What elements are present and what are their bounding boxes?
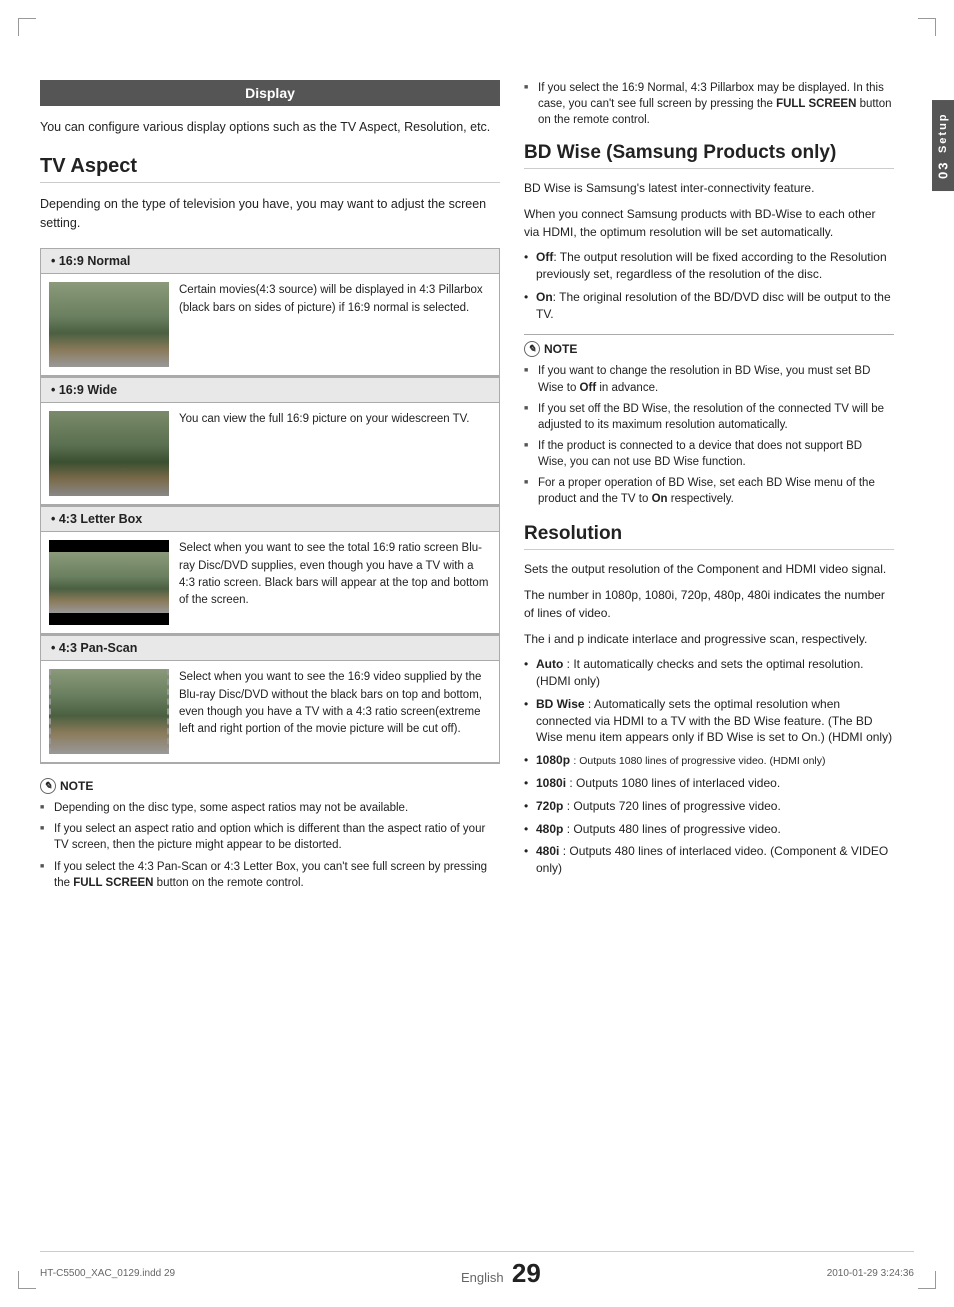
aspect-image-43-letterbox (49, 540, 169, 625)
aspect-label-43-letterbox: • 4:3 Letter Box (41, 507, 499, 532)
resolution-intro2: The number in 1080p, 1080i, 720p, 480p, … (524, 586, 894, 622)
note-box-left: ✎ NOTE Depending on the disc type, some … (40, 778, 500, 890)
resolution-auto: Auto : It automatically checks and sets … (524, 656, 894, 690)
aspect-desc-43-letterbox: Select when you want to see the total 16… (179, 540, 491, 625)
note-item-right-top-0: If you select the 16:9 Normal, 4:3 Pilla… (524, 80, 894, 128)
page-container: 03 Setup Display You can configure vario… (0, 0, 954, 1307)
resolution-1080i: 1080i : Outputs 1080 lines of interlaced… (524, 775, 894, 792)
footer-right: 2010-01-29 3:24:36 (827, 1268, 914, 1279)
footer-page-number: 29 (512, 1258, 541, 1288)
resolution-intro3: The i and p indicate interlace and progr… (524, 630, 894, 648)
note-label-bdwise: NOTE (544, 342, 577, 356)
note-item-left-2: If you select the 4:3 Pan-Scan or 4:3 Le… (40, 859, 500, 891)
resolution-intro1: Sets the output resolution of the Compon… (524, 560, 894, 578)
aspect-item-43-letterbox: • 4:3 Letter Box Select when you want to… (40, 506, 500, 635)
display-header: Display (40, 80, 500, 106)
bd-wise-bullet-off: Off: The output resolution will be fixed… (524, 249, 894, 283)
footer-left: HT-C5500_XAC_0129.indd 29 (40, 1268, 175, 1279)
footer-lang-english: English 29 (461, 1258, 541, 1289)
corner-mark-tr (918, 18, 936, 36)
side-tab-label: Setup (937, 112, 949, 153)
resolution-480i: 480i : Outputs 480 lines of interlaced v… (524, 843, 894, 877)
corner-mark-bl (18, 1271, 36, 1289)
note-bdwise-0: If you want to change the resolution in … (524, 363, 894, 395)
aspect-content-169-normal: Certain movies(4:3 source) will be displ… (41, 274, 499, 376)
resolution-1080p: 1080p : Outputs 1080 lines of progressiv… (524, 752, 894, 769)
resolution-bullets: Auto : It automatically checks and sets … (524, 656, 894, 877)
bd-wise-heading: BD Wise (Samsung Products only) (524, 142, 894, 169)
corner-mark-br (918, 1271, 936, 1289)
aspect-image-169-normal (49, 282, 169, 367)
right-column: If you select the 16:9 Normal, 4:3 Pilla… (524, 80, 924, 896)
note-list-bdwise: If you want to change the resolution in … (524, 363, 894, 507)
side-tab: 03 Setup (932, 100, 954, 191)
aspect-label-43-panscan: • 4:3 Pan-Scan (41, 636, 499, 661)
letterbox-inner (49, 552, 169, 613)
aspect-item-43-panscan: • 4:3 Pan-Scan Select when you want to s… (40, 635, 500, 764)
main-layout: Display You can configure various displa… (40, 80, 924, 896)
footer-english-label: English (461, 1270, 504, 1285)
note-bdwise-3: For a proper operation of BD Wise, set e… (524, 475, 894, 507)
note-list-right-top: If you select the 16:9 Normal, 4:3 Pilla… (524, 80, 894, 128)
section-intro: You can configure various display option… (40, 118, 500, 137)
resolution-480p: 480p : Outputs 480 lines of progressive … (524, 821, 894, 838)
aspect-image-169-wide (49, 411, 169, 496)
corner-mark-tl (18, 18, 36, 36)
note-title-bdwise: ✎ NOTE (524, 341, 894, 357)
resolution-heading: Resolution (524, 523, 894, 550)
side-tab-number: 03 (936, 161, 951, 179)
note-list-left: Depending on the disc type, some aspect … (40, 800, 500, 890)
bd-wise-intro1: BD Wise is Samsung's latest inter-connec… (524, 179, 894, 197)
note-item-left-0: Depending on the disc type, some aspect … (40, 800, 500, 816)
tv-aspect-sub: Depending on the type of television you … (40, 195, 500, 233)
aspect-item-169-wide: • 16:9 Wide You can view the full 16:9 p… (40, 377, 500, 506)
tv-aspect-heading: TV Aspect (40, 155, 500, 183)
page-footer: HT-C5500_XAC_0129.indd 29 English 29 201… (40, 1251, 914, 1289)
bd-wise-intro2: When you connect Samsung products with B… (524, 205, 894, 241)
note-item-left-1: If you select an aspect ratio and option… (40, 821, 500, 853)
resolution-bdwise: BD Wise : Automatically sets the optimal… (524, 696, 894, 746)
right-note-top: If you select the 16:9 Normal, 4:3 Pilla… (524, 80, 894, 128)
aspect-desc-169-wide: You can view the full 16:9 picture on yo… (179, 411, 491, 496)
aspect-item-169-normal: • 16:9 Normal Certain movies(4:3 source)… (40, 248, 500, 377)
aspect-content-43-letterbox: Select when you want to see the total 16… (41, 532, 499, 634)
note-title-left: ✎ NOTE (40, 778, 500, 794)
aspect-desc-169-normal: Certain movies(4:3 source) will be displ… (179, 282, 491, 367)
note-label-left: NOTE (60, 779, 93, 793)
bd-wise-bullet-on: On: The original resolution of the BD/DV… (524, 289, 894, 323)
aspect-label-169-wide: • 16:9 Wide (41, 378, 499, 403)
aspect-content-43-panscan: Select when you want to see the 16:9 vid… (41, 661, 499, 763)
resolution-720p: 720p : Outputs 720 lines of progressive … (524, 798, 894, 815)
left-column: Display You can configure various displa… (40, 80, 500, 896)
aspect-label-169-normal: • 16:9 Normal (41, 249, 499, 274)
note-bdwise-2: If the product is connected to a device … (524, 438, 894, 470)
note-box-right-bdwise: ✎ NOTE If you want to change the resolut… (524, 334, 894, 507)
note-icon-left: ✎ (40, 778, 56, 794)
note-bdwise-1: If you set off the BD Wise, the resoluti… (524, 401, 894, 433)
bd-wise-bullets: Off: The output resolution will be fixed… (524, 249, 894, 322)
aspect-content-169-wide: You can view the full 16:9 picture on yo… (41, 403, 499, 505)
aspect-image-43-panscan (49, 669, 169, 754)
aspect-desc-43-panscan: Select when you want to see the 16:9 vid… (179, 669, 491, 754)
note-icon-bdwise: ✎ (524, 341, 540, 357)
